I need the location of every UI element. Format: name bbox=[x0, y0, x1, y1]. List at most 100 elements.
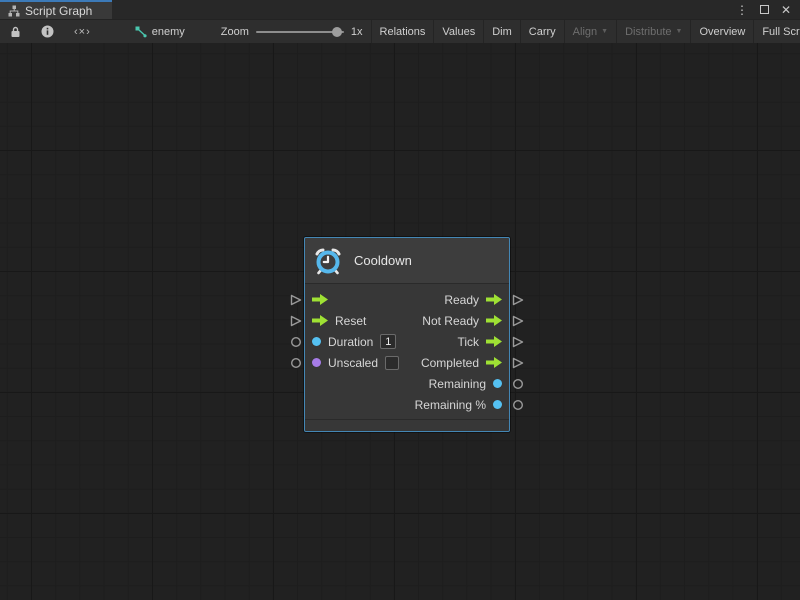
zoom-slider[interactable] bbox=[256, 26, 344, 38]
value-input-port[interactable] bbox=[288, 331, 304, 352]
alarm-clock-icon bbox=[313, 246, 343, 276]
port-label: Remaining % bbox=[415, 398, 486, 412]
carry-button[interactable]: Carry bbox=[521, 20, 564, 43]
flow-output-not-ready[interactable]: Not Ready bbox=[422, 314, 502, 328]
value-port-dot bbox=[312, 358, 321, 367]
graph-hierarchy-icon bbox=[8, 5, 20, 17]
flow-input-port[interactable] bbox=[288, 289, 304, 310]
flow-port-arrow-icon bbox=[486, 357, 502, 368]
flow-output-ready[interactable]: Ready bbox=[444, 293, 502, 307]
port-label: Remaining bbox=[429, 377, 486, 391]
info-icon bbox=[41, 25, 54, 38]
port-row: Unscaled Completed bbox=[305, 352, 509, 373]
flow-input-reset[interactable]: Reset bbox=[312, 314, 366, 328]
flow-output-completed[interactable]: Completed bbox=[421, 356, 502, 370]
align-button: Align ▼ bbox=[565, 20, 616, 43]
button-label: Values bbox=[442, 26, 475, 38]
tab-title: Script Graph bbox=[25, 4, 92, 18]
port-label: Tick bbox=[457, 335, 479, 349]
button-label: Full Screen bbox=[762, 26, 800, 38]
port-label: Ready bbox=[444, 293, 479, 307]
value-port-dot bbox=[493, 400, 502, 409]
button-label: Carry bbox=[529, 26, 556, 38]
window-controls: ⋮ ✕ bbox=[734, 0, 800, 19]
values-button[interactable]: Values bbox=[434, 20, 483, 43]
graph-breadcrumb-icon bbox=[135, 26, 147, 38]
port-row: Reset Not Ready bbox=[305, 310, 509, 331]
unscaled-checkbox[interactable] bbox=[385, 356, 399, 370]
maximize-icon[interactable] bbox=[756, 2, 772, 18]
tabbar-spacer bbox=[112, 0, 734, 19]
fullscreen-button[interactable]: Full Screen bbox=[754, 20, 800, 43]
value-input-duration[interactable]: Duration 1 bbox=[312, 334, 396, 349]
lock-icon bbox=[10, 26, 21, 38]
zoom-slider-handle[interactable] bbox=[332, 27, 342, 37]
flow-output-port[interactable] bbox=[510, 310, 526, 331]
code-view-button[interactable]: ‹×› bbox=[64, 20, 101, 43]
value-output-remaining-pct[interactable]: Remaining % bbox=[415, 398, 502, 412]
script-graph-window: Script Graph ⋮ ✕ ‹×› bbox=[0, 0, 800, 600]
zoom-value: 1x bbox=[351, 26, 363, 38]
flow-output-tick[interactable]: Tick bbox=[457, 335, 502, 349]
flow-output-port[interactable] bbox=[510, 352, 526, 373]
port-row: Remaining % bbox=[305, 394, 509, 415]
port-label: Unscaled bbox=[328, 356, 378, 370]
flow-port-arrow-icon bbox=[486, 315, 502, 326]
button-label: Relations bbox=[380, 26, 426, 38]
port-row: Ready bbox=[305, 289, 509, 310]
breadcrumb-label: enemy bbox=[152, 26, 185, 38]
port-label: Not Ready bbox=[422, 314, 479, 328]
port-label: Duration bbox=[328, 335, 373, 349]
cooldown-node[interactable]: Cooldown Ready bbox=[304, 237, 510, 432]
flow-port-arrow-icon bbox=[486, 294, 502, 305]
port-row: Remaining bbox=[305, 373, 509, 394]
zoom-slider-track bbox=[256, 31, 344, 33]
graph-canvas[interactable]: Cooldown Ready bbox=[0, 43, 800, 600]
maximize-box bbox=[760, 5, 769, 14]
external-output-ports bbox=[510, 237, 526, 432]
node-footer bbox=[305, 419, 509, 431]
value-port-dot bbox=[493, 379, 502, 388]
info-button[interactable] bbox=[31, 20, 64, 43]
port-label: Reset bbox=[335, 314, 366, 328]
tab-script-graph[interactable]: Script Graph bbox=[0, 0, 112, 19]
value-output-port[interactable] bbox=[510, 394, 526, 415]
node-header[interactable]: Cooldown bbox=[305, 238, 509, 284]
duration-value-field[interactable]: 1 bbox=[380, 334, 396, 349]
value-output-port[interactable] bbox=[510, 373, 526, 394]
relations-button[interactable]: Relations bbox=[372, 20, 434, 43]
value-output-remaining[interactable]: Remaining bbox=[429, 377, 502, 391]
code-icon: ‹×› bbox=[74, 26, 91, 38]
flow-port-arrow-icon bbox=[486, 336, 502, 347]
flow-input-enter[interactable] bbox=[312, 294, 335, 305]
chevron-down-icon: ▼ bbox=[601, 28, 608, 35]
flow-output-port[interactable] bbox=[510, 331, 526, 352]
close-icon[interactable]: ✕ bbox=[778, 2, 794, 18]
flow-output-port[interactable] bbox=[510, 289, 526, 310]
button-label: Align bbox=[573, 26, 597, 38]
port-row: Duration 1 Tick bbox=[305, 331, 509, 352]
flow-input-port[interactable] bbox=[288, 310, 304, 331]
chevron-down-icon: ▼ bbox=[676, 28, 683, 35]
tab-bar: Script Graph ⋮ ✕ bbox=[0, 0, 800, 19]
value-port-dot bbox=[312, 337, 321, 346]
port-label: Completed bbox=[421, 356, 479, 370]
zoom-control: Zoom 1x bbox=[213, 20, 371, 43]
overview-button[interactable]: Overview bbox=[691, 20, 753, 43]
menu-kebab-icon[interactable]: ⋮ bbox=[734, 2, 750, 18]
node-title: Cooldown bbox=[354, 253, 412, 268]
flow-port-arrow-icon bbox=[312, 294, 328, 305]
button-label: Overview bbox=[699, 26, 745, 38]
value-input-port[interactable] bbox=[288, 352, 304, 373]
graph-toolbar: ‹×› enemy Zoom 1x Relations Values bbox=[0, 19, 800, 43]
flow-port-arrow-icon bbox=[312, 315, 328, 326]
button-label: Distribute bbox=[625, 26, 671, 38]
node-body: Ready Reset Not Ready bbox=[305, 284, 509, 419]
lock-button[interactable] bbox=[0, 20, 31, 43]
dim-button[interactable]: Dim bbox=[484, 20, 520, 43]
cooldown-node-group: Cooldown Ready bbox=[288, 237, 526, 432]
distribute-button: Distribute ▼ bbox=[617, 20, 690, 43]
external-input-ports bbox=[288, 237, 304, 432]
breadcrumb[interactable]: enemy bbox=[125, 20, 195, 43]
value-input-unscaled[interactable]: Unscaled bbox=[312, 356, 399, 370]
